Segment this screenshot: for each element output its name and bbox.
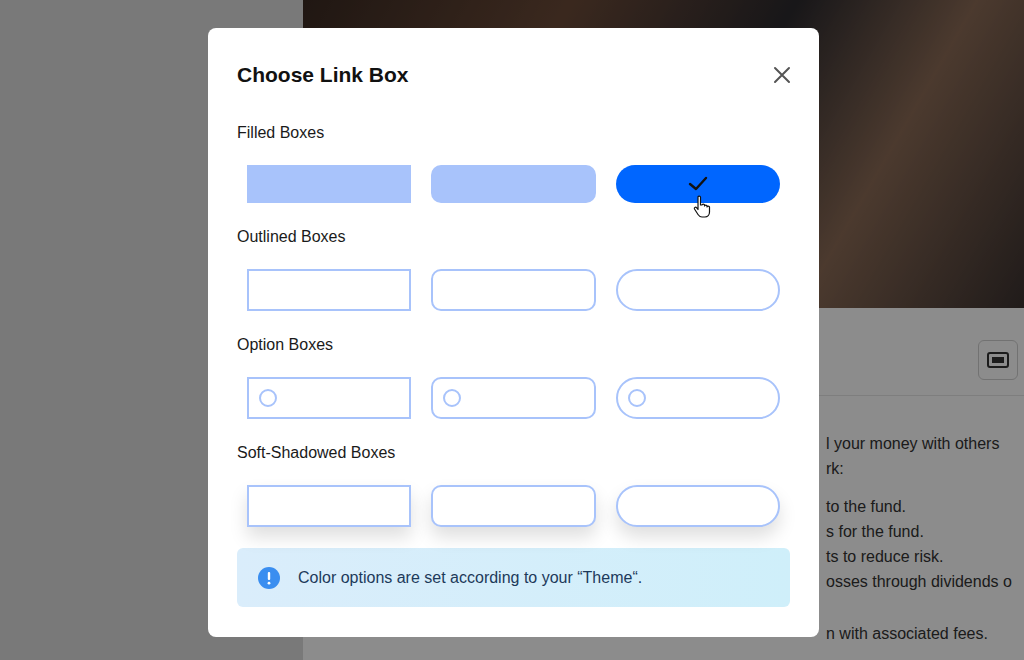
link-box-option[interactable] [616, 377, 780, 419]
selection-indicator [249, 487, 409, 525]
box-section: Outlined Boxes [237, 225, 790, 311]
selection-indicator [618, 271, 778, 309]
section-label: Outlined Boxes [237, 225, 790, 249]
selection-indicator [249, 379, 409, 417]
close-button[interactable] [768, 61, 796, 89]
selection-indicator [433, 271, 593, 309]
section-label: Soft-Shadowed Boxes [237, 441, 790, 465]
link-box-dialog: Choose Link Box Filled Boxes Outlined Box… [208, 28, 819, 637]
link-box-option[interactable] [431, 269, 595, 311]
radio-circle [443, 389, 461, 407]
link-box-option[interactable] [616, 269, 780, 311]
section-label: Filled Boxes [237, 121, 790, 145]
link-box-option[interactable] [616, 485, 780, 527]
selection-indicator [433, 487, 593, 525]
selection-indicator [618, 487, 778, 525]
box-row [237, 269, 790, 311]
box-row [237, 485, 790, 527]
check-icon [688, 176, 708, 192]
info-text: Color options are set according to your … [298, 567, 642, 589]
selection-indicator [433, 379, 593, 417]
selection-indicator [616, 165, 780, 203]
box-section: Soft-Shadowed Boxes [237, 441, 790, 527]
box-row [237, 377, 790, 419]
radio-circle [259, 389, 277, 407]
info-banner: Color options are set according to your … [237, 548, 790, 607]
link-box-option[interactable] [431, 165, 595, 203]
selection-indicator [249, 271, 409, 309]
radio-circle [628, 389, 646, 407]
section-label: Option Boxes [237, 333, 790, 357]
hand-cursor-icon [692, 195, 712, 219]
close-icon [773, 66, 791, 84]
link-box-option[interactable] [247, 377, 411, 419]
link-box-option[interactable] [247, 165, 411, 203]
box-section: Filled Boxes [237, 121, 790, 203]
link-box-option[interactable] [247, 485, 411, 527]
selection-indicator [247, 165, 411, 203]
link-box-option[interactable] [247, 269, 411, 311]
link-box-option[interactable] [431, 377, 595, 419]
selection-indicator [618, 379, 778, 417]
link-box-option[interactable] [431, 485, 595, 527]
dialog-title: Choose Link Box [237, 61, 409, 89]
selection-indicator [431, 165, 595, 203]
link-box-option[interactable] [616, 165, 780, 203]
info-icon [258, 567, 280, 589]
box-section: Option Boxes [237, 333, 790, 419]
box-row [237, 165, 790, 203]
